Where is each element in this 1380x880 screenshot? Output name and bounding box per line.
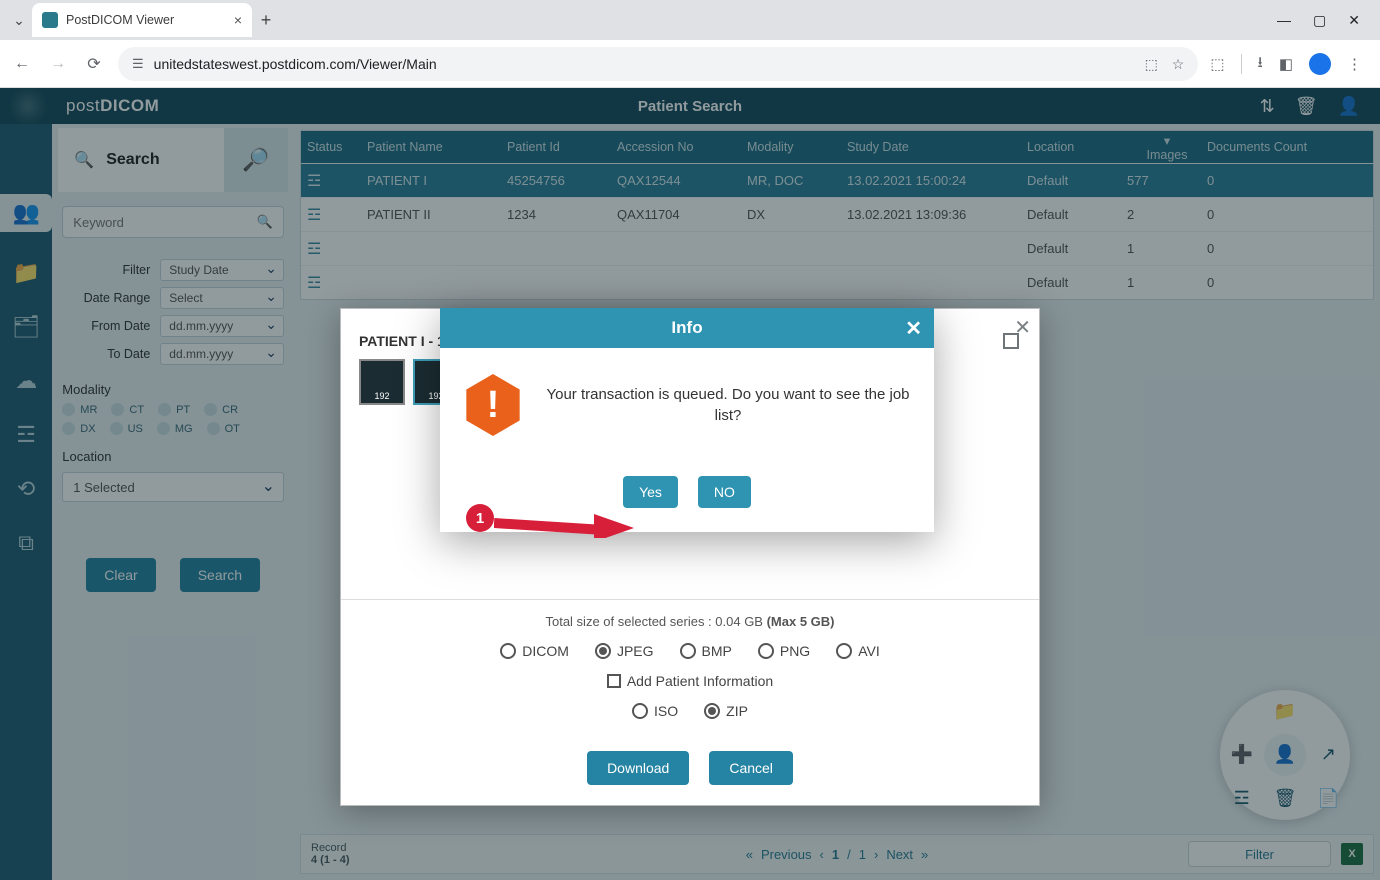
warning-icon: ! [462,374,524,436]
menu-icon[interactable]: ⋮ [1347,55,1362,73]
archive-zip[interactable]: ZIP [704,703,748,719]
back-icon[interactable]: ← [10,55,34,73]
window-controls: — ▢ ✕ [1277,12,1374,29]
favicon [42,12,58,28]
downloads-icon[interactable]: ⭳ [1258,52,1263,77]
info-title: Info [671,318,702,338]
close-info-dialog-icon[interactable]: ✕ [905,316,922,341]
archive-iso[interactable]: ISO [632,703,678,719]
download-button[interactable]: Download [587,751,689,785]
annotation-bubble: 1 [466,504,494,532]
info-dialog: Info ✕ ! Your transaction is queued. Do … [440,308,934,532]
download-modal-actions: Download Cancel [341,733,1039,805]
cancel-download-button[interactable]: Cancel [709,751,793,785]
info-title-bar: Info ✕ [440,308,934,348]
format-png[interactable]: PNG [758,643,810,659]
no-button[interactable]: NO [698,476,751,508]
toolbar-icons: ⬚ ⭳ ◧ ⋮ [1210,52,1370,77]
close-window-icon[interactable]: ✕ [1348,12,1360,29]
tab-strip: ⌄ PostDICOM Viewer × + — ▢ ✕ [0,0,1380,40]
app: postDICOM Patient Search ⇅ 🗑 👤 👥 📁 🗂 ☁ ☲… [0,88,1380,880]
tabs-dropdown-icon[interactable]: ⌄ [6,12,32,29]
url-text: unitedstateswest.postdicom.com/Viewer/Ma… [154,56,437,72]
url-bar[interactable]: ☰ unitedstateswest.postdicom.com/Viewer/… [118,47,1198,81]
format-avi[interactable]: AVI [836,643,880,659]
forward-icon: → [46,55,70,73]
archive-options: ISO ZIP [341,703,1039,719]
minimize-icon[interactable]: — [1277,12,1291,29]
add-patient-info-checkbox[interactable]: Add Patient Information [607,673,773,689]
annotation-arrow-icon [494,508,634,538]
format-dicom[interactable]: DICOM [500,643,569,659]
divider [1241,54,1242,74]
profile-avatar[interactable] [1309,53,1331,75]
translate-icon[interactable]: ⬚ [1145,56,1158,73]
extensions-icon[interactable]: ⬚ [1210,55,1224,73]
sidepanel-icon[interactable]: ◧ [1279,55,1293,73]
browser-chrome: ⌄ PostDICOM Viewer × + — ▢ ✕ ← → ⟳ ☰ uni… [0,0,1380,88]
reload-icon[interactable]: ⟳ [82,54,106,74]
format-options: DICOM JPEG BMP PNG AVI [341,643,1039,659]
patient-info-option: Add Patient Information [341,673,1039,689]
maximize-icon[interactable]: ▢ [1313,12,1326,29]
format-jpeg[interactable]: JPEG [595,643,654,659]
bookmark-icon[interactable]: ☆ [1172,56,1185,73]
info-message: Your transaction is queued. Do you want … [544,384,912,426]
yes-button[interactable]: Yes [623,476,678,508]
address-bar-row: ← → ⟳ ☰ unitedstateswest.postdicom.com/V… [0,40,1380,88]
new-tab-button[interactable]: + [252,10,280,31]
size-info: Total size of selected series : 0.04 GB … [341,614,1039,629]
format-bmp[interactable]: BMP [680,643,732,659]
browser-tab[interactable]: PostDICOM Viewer × [32,3,252,37]
select-series-checkbox[interactable] [1003,333,1019,349]
tab-title: PostDICOM Viewer [66,13,174,27]
series-thumbnail[interactable]: 192 [359,359,405,405]
close-tab-icon[interactable]: × [234,12,242,28]
site-info-icon[interactable]: ☰ [132,56,144,72]
